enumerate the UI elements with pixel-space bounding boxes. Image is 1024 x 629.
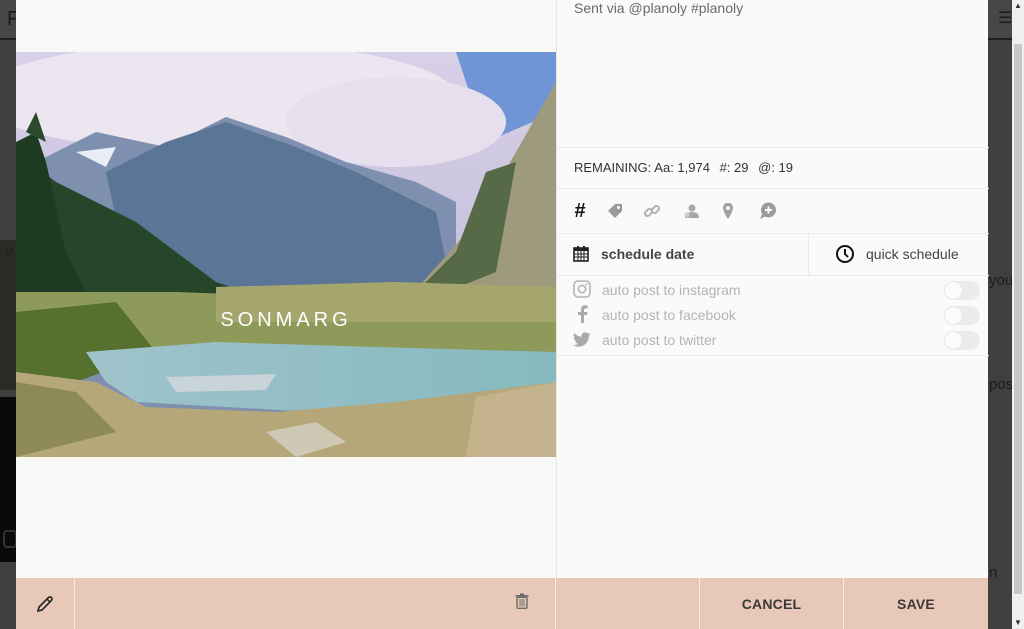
media-preview-pane: SONMARG [16, 0, 556, 578]
auto-post-twitter-label: auto post to twitter [602, 332, 717, 348]
remaining-chars: Aa: 1,974 [654, 160, 710, 175]
page-scrollbar[interactable]: ▲ ▼ [1012, 0, 1024, 629]
background-text: U [5, 246, 13, 258]
hashtag-icon[interactable]: # [569, 200, 591, 222]
post-editor-modal: SONMARG Sent via @planoly #planoly REMAI… [16, 0, 989, 629]
auto-post-twitter-row: auto post to twitter [557, 327, 989, 351]
scroll-up-arrow-icon[interactable]: ▲ [1014, 1, 1022, 10]
auto-post-facebook-label: auto post to facebook [602, 307, 736, 323]
hamburger-icon[interactable]: ☰ [998, 8, 1012, 28]
schedule-options: schedule date quick schedule [557, 234, 989, 276]
instagram-icon [573, 280, 591, 298]
footer-spacer [556, 578, 700, 629]
quick-schedule-label: quick schedule [866, 246, 959, 262]
modal-footer: CANCEL SAVE [16, 578, 988, 629]
schedule-date-label: schedule date [601, 246, 695, 262]
cancel-button[interactable]: CANCEL [700, 578, 844, 629]
background-image-strip [0, 240, 16, 390]
image-overlay-text: SONMARG [220, 309, 352, 331]
scroll-thumb[interactable] [1014, 44, 1022, 594]
background-instagram-icon [3, 530, 17, 548]
auto-post-instagram-toggle[interactable] [944, 281, 980, 300]
background-text: n [989, 564, 998, 581]
auto-post-instagram-label: auto post to instagram [602, 282, 741, 298]
trash-icon [515, 593, 529, 610]
edit-button[interactable] [16, 578, 75, 629]
caption-tools: # [557, 189, 989, 234]
schedule-date-button[interactable]: schedule date [557, 234, 809, 275]
post-image: SONMARG [16, 52, 556, 457]
remaining-counter-bar: REMAINING: Aa: 1,974 #: 29 @: 19 [557, 147, 989, 189]
remaining-mentions: @: 19 [758, 160, 794, 175]
user-tag-icon[interactable] [680, 200, 702, 222]
quick-schedule-button[interactable]: quick schedule [809, 234, 989, 275]
calendar-icon [573, 245, 589, 267]
scroll-down-arrow-icon[interactable]: ▼ [1014, 618, 1022, 627]
twitter-icon [573, 330, 591, 348]
auto-post-facebook-row: auto post to facebook [557, 302, 989, 326]
facebook-icon [573, 305, 591, 323]
post-details-pane: Sent via @planoly #planoly REMAINING: Aa:… [556, 0, 989, 578]
background-text: pos [989, 376, 1014, 393]
remaining-counter: REMAINING: Aa: 1,974 #: 29 @: 19 [574, 160, 799, 175]
location-pin-icon[interactable] [717, 200, 739, 222]
auto-post-facebook-toggle[interactable] [944, 306, 980, 325]
pencil-icon [36, 595, 53, 612]
auto-post-instagram-row: auto post to instagram [557, 277, 989, 301]
image-actions-cell [75, 578, 556, 629]
auto-post-settings: auto post to instagram auto post to face… [557, 276, 989, 356]
auto-post-twitter-toggle[interactable] [944, 331, 980, 350]
tag-icon[interactable] [604, 200, 626, 222]
save-button[interactable]: SAVE [844, 578, 988, 629]
background-text: you [989, 272, 1014, 289]
remaining-hashtags: #: 29 [719, 160, 749, 175]
remaining-label: REMAINING: [574, 160, 652, 175]
add-comment-icon[interactable] [757, 200, 779, 222]
caption-textarea[interactable]: Sent via @planoly #planoly [574, 0, 743, 16]
link-icon[interactable] [641, 200, 663, 222]
delete-button[interactable] [515, 593, 529, 614]
clock-icon [835, 244, 855, 269]
